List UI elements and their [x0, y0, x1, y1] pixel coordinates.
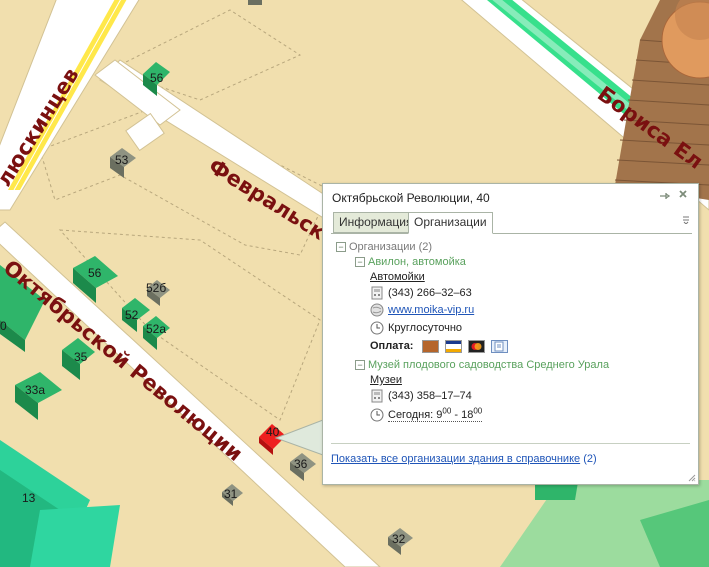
collapse-icon[interactable]: − — [355, 257, 365, 268]
popup-footer: Показать все организации здания в справо… — [331, 453, 597, 465]
building-number: 52а — [146, 322, 166, 336]
phone-icon — [370, 286, 384, 300]
popup-divider — [331, 443, 690, 444]
building-number: 31 — [224, 487, 238, 501]
org-item[interactable]: − Авилон, автомойка — [355, 256, 466, 268]
clock-icon — [370, 408, 384, 422]
org-name: Авилон, автомойка — [368, 256, 466, 268]
org-category[interactable]: Музеи — [370, 374, 402, 386]
close-icon[interactable] — [676, 188, 690, 202]
org-website-link[interactable]: www.moika-vip.ru — [388, 304, 474, 316]
payment-row: Оплата: — [370, 340, 511, 353]
building-info-popup[interactable]: Октябрьской Революции, 40 Информация Орг… — [322, 183, 699, 485]
popup-tabs: Информация Организации — [331, 211, 692, 234]
resize-grip-icon[interactable] — [688, 474, 696, 482]
clock-icon — [370, 321, 384, 335]
building-number: 52б — [146, 281, 166, 295]
payment-label: Оплата: — [370, 340, 414, 353]
show-all-orgs-count: (2) — [583, 453, 597, 465]
phone-icon — [370, 389, 384, 403]
building-number: 32 — [392, 532, 406, 546]
popup-title: Октябрьской Революции, 40 — [332, 191, 490, 205]
building-number: 36 — [294, 457, 308, 471]
tab-information[interactable]: Информация — [333, 212, 419, 233]
org-category[interactable]: Автомойки — [370, 271, 425, 283]
org-item[interactable]: − Музей плодового садоводства Среднего Ур… — [355, 359, 609, 371]
show-all-orgs-link[interactable]: Показать все организации здания в справо… — [331, 453, 580, 465]
pin-icon[interactable] — [658, 189, 672, 203]
org-hours: Круглосуточно — [388, 321, 463, 334]
building-number: 53 — [115, 153, 129, 167]
popup-header: Октябрьской Революции, 40 — [323, 184, 698, 210]
building-number: 56 — [150, 71, 164, 85]
org-phone: (343) 266–32–63 — [388, 286, 472, 299]
org-tree-root-label: Организации (2) — [349, 241, 433, 253]
visa-icon — [444, 340, 462, 353]
tabs-scroll-icon[interactable] — [682, 214, 690, 227]
building-number: 52 — [125, 308, 139, 322]
building-number: 56 — [88, 266, 102, 280]
org-hours: Сегодня: 900 - 1800 — [388, 406, 483, 422]
org-name: Музей плодового садоводства Среднего Ура… — [368, 359, 610, 371]
globe-icon — [370, 303, 384, 317]
building-number: 13 — [22, 491, 36, 505]
tab-organizations[interactable]: Организации — [408, 212, 493, 234]
org-tree-root[interactable]: − Организации (2) — [336, 241, 432, 253]
collapse-icon[interactable]: − — [355, 360, 365, 371]
building-number: 0 — [0, 319, 7, 333]
collapse-icon[interactable]: − — [336, 242, 346, 253]
org-phone: (343) 358–17–74 — [388, 389, 472, 402]
building-number: 33а — [25, 383, 45, 397]
wallet-icon — [421, 340, 439, 353]
check-icon — [490, 340, 508, 353]
building-number: 35 — [74, 350, 88, 364]
mastercard-icon — [467, 340, 485, 353]
